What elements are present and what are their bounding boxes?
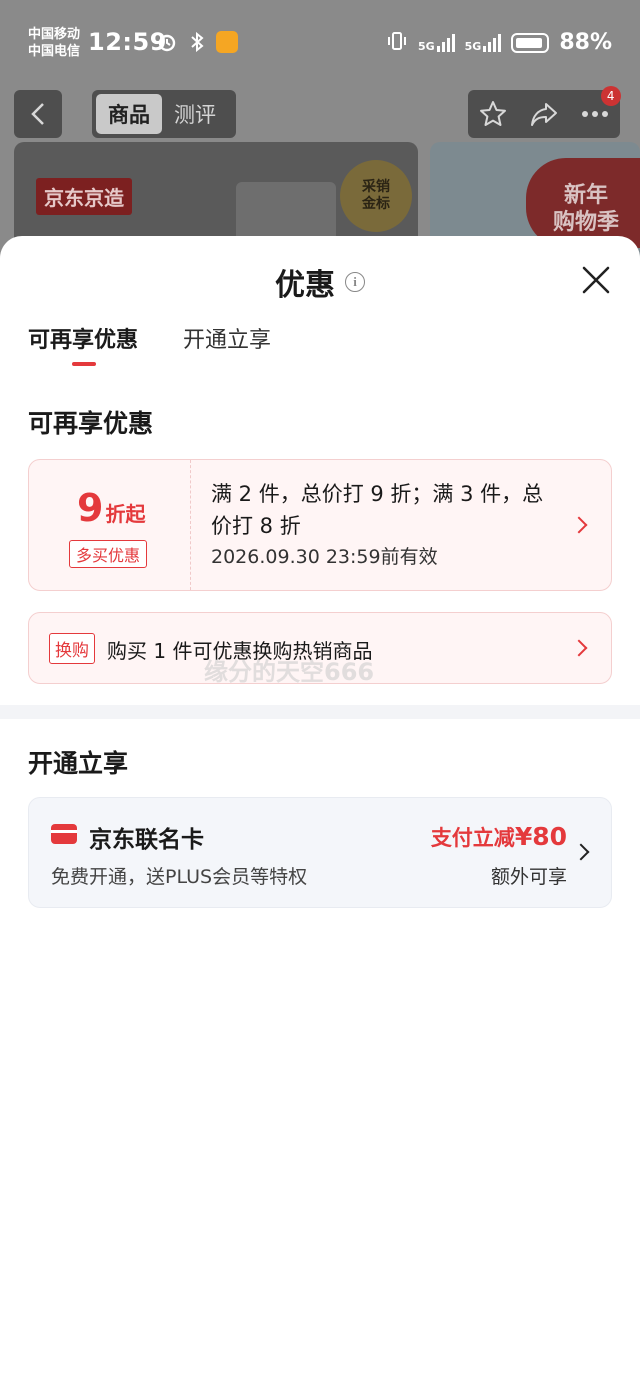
signal-bars-1-icon (436, 33, 455, 52)
gold-seal-text: 采销 金标 (362, 179, 390, 212)
back-button[interactable] (14, 90, 62, 138)
carrier-2: 中国电信 (28, 44, 81, 59)
card-extra: 额外可享 (490, 866, 567, 888)
chevron-right-icon (570, 639, 588, 657)
close-button[interactable] (580, 264, 612, 296)
more-dots-icon (581, 111, 608, 117)
action-buttons: 4 (468, 86, 621, 138)
tab-goods[interactable]: 商品 (96, 94, 162, 134)
credit-card-icon (51, 824, 77, 844)
section-divider (0, 705, 640, 719)
discount-value: 9 折起 (77, 488, 145, 528)
tab-reviews[interactable]: 测评 (162, 94, 228, 134)
close-icon (582, 266, 610, 294)
more-badge: 4 (600, 86, 621, 106)
star-icon (480, 101, 507, 126)
chevron-left-icon (31, 103, 44, 125)
card-offer-amount: ¥80 (514, 822, 567, 851)
tab-open-now[interactable]: 开通立享 (183, 322, 271, 354)
status-bar: 中国移动 中国电信 12:59 5G 5G 88% (0, 0, 640, 86)
tab-more-discounts[interactable]: 可再享优惠 (28, 322, 138, 354)
discount-unit: 折起 (105, 502, 146, 526)
sheet-title: 优惠 (275, 268, 335, 303)
co-branded-card-offer[interactable]: 京东联名卡 免费开通，送PLUS会员等特权 支付立减¥80 额外可享 (28, 797, 612, 908)
multi-buy-tag: 多买优惠 (69, 540, 148, 568)
favorite-button[interactable] (473, 94, 513, 134)
vibrate-icon (386, 31, 408, 55)
network-type-2: 5G (464, 39, 482, 53)
card-subtitle: 免费开通，送PLUS会员等特权 (51, 866, 308, 888)
sheet-header: 优惠 i (0, 236, 640, 322)
gold-seal-badge: 采销 金标 (340, 160, 412, 232)
product-page-backdrop: 中国移动 中国电信 12:59 5G 5G 88% 商品 测评 4 京东京造 采… (0, 0, 640, 270)
battery-level: 88% (559, 30, 612, 55)
section-title-open-now: 开通立享 (28, 749, 129, 778)
alarm-icon (156, 31, 178, 53)
new-year-badge: 新年 购物季 (526, 158, 640, 248)
brand-tag: 京东京造 (36, 178, 132, 215)
carrier-labels: 中国移动 中国电信 (28, 26, 80, 60)
product-nav-bar: 商品 测评 4 (0, 86, 640, 140)
active-tab-indicator (72, 362, 96, 366)
card-offer: 支付立减¥80 (431, 822, 567, 852)
discount-sheet: 优惠 i 可再享优惠 开通立享 可再享优惠 9 折起 多买优惠 满 2 件，总价… (0, 236, 640, 1400)
new-year-text: 新年 购物季 (552, 183, 619, 235)
battery-icon (511, 32, 550, 53)
chevron-right-icon (570, 516, 588, 534)
share-icon (530, 103, 557, 126)
chevron-right-icon (572, 843, 590, 861)
more-button[interactable]: 4 (575, 86, 621, 134)
sheet-tabs: 可再享优惠 开通立享 (0, 322, 640, 372)
info-icon[interactable]: i (345, 272, 365, 292)
section-title-more-discounts: 可再享优惠 (28, 409, 154, 438)
discount-number: 9 (77, 486, 104, 530)
sheet-title-row: 优惠 i (0, 260, 640, 304)
product-tabs: 商品 测评 (92, 90, 236, 138)
card-offer-prefix: 支付立减 (430, 826, 515, 850)
card-name: 京东联名卡 (89, 827, 204, 853)
right-status-icons: 5G 5G 88% (386, 30, 612, 55)
promo-discount-block: 9 折起 多买优惠 (29, 460, 191, 590)
bluetooth-icon (186, 31, 208, 53)
promo-validity: 2026.09.30 23:59前有效 (211, 546, 438, 568)
swap-tag: 换购 (49, 633, 95, 664)
carrier-1: 中国移动 (28, 27, 81, 42)
watermark: 缘分的天空666 (204, 658, 375, 686)
signal-bars-2-icon (483, 33, 502, 52)
status-icons (156, 31, 238, 53)
network-type-1: 5G (417, 39, 435, 53)
app-notification-icon (216, 31, 238, 53)
share-button[interactable] (524, 94, 564, 134)
signal-1: 5G (417, 33, 455, 53)
promo-card[interactable]: 9 折起 多买优惠 满 2 件，总价打 9 折；满 3 件，总价打 8 折 20… (28, 459, 612, 591)
signal-2: 5G (464, 33, 502, 53)
promo-description: 满 2 件，总价打 9 折；满 3 件，总价打 8 折 (211, 482, 544, 538)
